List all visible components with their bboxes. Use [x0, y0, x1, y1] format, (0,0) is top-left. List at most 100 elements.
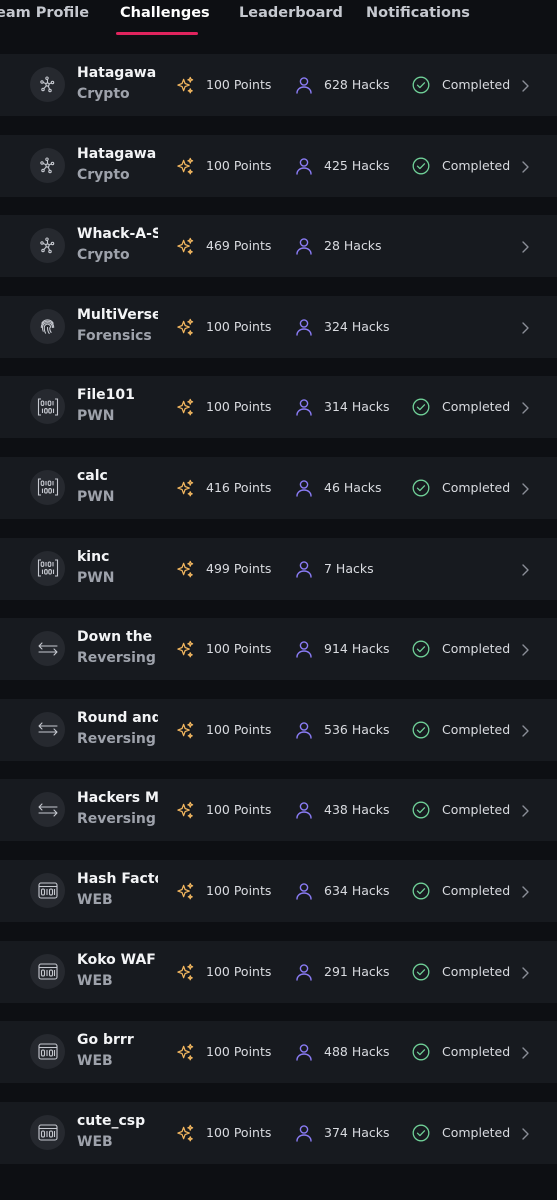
chevron-right-icon[interactable] — [520, 78, 530, 92]
sparkle-icon — [176, 398, 195, 417]
points-value: 100 Points — [206, 721, 272, 737]
check-circle-icon — [412, 640, 430, 658]
chevron-right-icon[interactable] — [520, 320, 530, 334]
hacks-count: 7 Hacks — [324, 560, 374, 576]
hacks-count: 28 Hacks — [324, 238, 382, 254]
challenge-name: Down the Rabbit Hole — [77, 629, 158, 646]
completed-status: Completed — [442, 157, 511, 173]
completed-status: Completed — [442, 721, 511, 737]
points-value: 100 Points — [206, 399, 272, 415]
chevron-right-icon[interactable] — [520, 562, 530, 576]
chevron-right-icon[interactable] — [520, 965, 530, 979]
sparkle-icon — [176, 721, 195, 740]
points-value: 100 Points — [206, 318, 272, 334]
hacks-count: 314 Hacks — [324, 399, 390, 415]
chevron-right-icon[interactable] — [520, 1126, 530, 1140]
challenge-category: WEB — [77, 972, 113, 989]
completed-status: Completed — [442, 1124, 511, 1140]
challenge-category: PWN — [77, 488, 115, 505]
hacks-count: 488 Hacks — [324, 1044, 390, 1060]
check-circle-icon — [412, 1043, 430, 1061]
hacks-count: 536 Hacks — [324, 721, 390, 737]
challenge-row[interactable]: cute_csp WEB 100 Points 374 Hacks Completed — [0, 1101, 557, 1164]
challenge-row[interactable]: Down the Rabbit Hole Reversing 100 Points 9… — [0, 618, 557, 681]
browser-code-icon — [30, 872, 65, 908]
completed-status: Completed — [442, 479, 511, 495]
hacks-count: 374 Hacks — [324, 1124, 390, 1140]
challenge-row[interactable]: Hash Factory WEB 100 Points 634 Hacks Comple… — [0, 859, 557, 922]
tab-challenges[interactable]: Challenges — [120, 5, 210, 21]
challenge-row[interactable]: kinc PWN 499 Points 7 Hacks — [0, 537, 557, 600]
hacks-count: 324 Hacks — [324, 318, 390, 334]
binary-icon — [30, 389, 65, 425]
chevron-right-icon[interactable] — [520, 884, 530, 898]
completed-status: Completed — [442, 802, 511, 818]
browser-code-icon — [30, 1034, 65, 1070]
hacks-count: 914 Hacks — [324, 641, 390, 657]
user-icon — [295, 398, 313, 417]
hacks-count: 438 Hacks — [324, 802, 390, 818]
chevron-right-icon[interactable] — [520, 481, 530, 495]
points-value: 100 Points — [206, 1044, 272, 1060]
challenge-row[interactable]: Go brrr WEB 100 Points 488 Hacks Completed — [0, 1021, 557, 1084]
completed-status: Completed — [442, 1044, 511, 1060]
challenge-name: Round and round — [77, 709, 158, 726]
user-icon — [295, 640, 313, 658]
challenge-list: Hatagawa I Crypto 100 Points 628 Hacks Compl… — [0, 54, 557, 1182]
chevron-right-icon[interactable] — [520, 239, 530, 253]
points-value: 469 Points — [206, 238, 272, 254]
check-circle-icon — [412, 882, 430, 900]
challenge-row[interactable]: Koko WAF WEB 100 Points 291 Hacks Completed — [0, 940, 557, 1003]
hacks-count: 425 Hacks — [324, 157, 390, 173]
crypto-network-icon — [30, 67, 65, 102]
sparkle-icon — [176, 237, 195, 256]
chevron-right-icon[interactable] — [520, 1045, 530, 1059]
binary-icon — [30, 550, 65, 586]
challenge-row[interactable]: Hatagawa II Crypto 100 Points 425 Hacks Comp… — [0, 134, 557, 197]
chevron-right-icon[interactable] — [520, 803, 530, 818]
challenge-row[interactable]: MultiVerse Forensics 100 Points 324 Hacks — [0, 295, 557, 358]
challenge-category: Reversing — [77, 730, 156, 747]
completed-status: Completed — [442, 77, 511, 92]
challenge-row[interactable]: Whack-A-Scalar Crypto 469 Points 28 Hacks — [0, 215, 557, 278]
challenge-category: Forensics — [77, 327, 152, 344]
swap-arrows-icon — [30, 631, 65, 667]
challenge-row[interactable]: calc PWN 416 Points 46 Hacks Completed — [0, 456, 557, 519]
challenge-name: Koko WAF — [77, 951, 156, 968]
browser-code-icon — [30, 1114, 65, 1150]
completed-status: Completed — [442, 399, 511, 415]
points-value: 100 Points — [206, 157, 272, 173]
tab-notifications[interactable]: Notifications — [366, 5, 470, 21]
check-circle-icon — [412, 76, 430, 94]
challenge-name: Hackers Mirror — [77, 790, 158, 807]
completed-status: Completed — [442, 641, 511, 657]
hacks-count: 291 Hacks — [324, 963, 390, 979]
sparkle-icon — [176, 801, 195, 820]
chevron-right-icon[interactable] — [520, 723, 530, 737]
check-circle-icon — [412, 157, 430, 175]
chevron-right-icon[interactable] — [520, 642, 530, 656]
points-value: 100 Points — [206, 77, 272, 92]
points-value: 499 Points — [206, 560, 272, 576]
swap-arrows-icon — [30, 792, 65, 828]
tab-leaderboard[interactable]: Leaderboard — [239, 5, 343, 21]
sparkle-icon — [176, 1124, 195, 1143]
chevron-right-icon[interactable] — [520, 159, 530, 173]
challenge-name: MultiVerse — [77, 306, 158, 323]
tab-team-profile[interactable]: eam Profile — [0, 5, 89, 21]
check-circle-icon — [412, 963, 430, 981]
check-circle-icon — [412, 479, 430, 497]
user-icon — [295, 318, 313, 336]
challenge-row[interactable]: Hatagawa I Crypto 100 Points 628 Hacks Compl… — [0, 54, 557, 116]
challenge-category: WEB — [77, 1133, 113, 1150]
check-circle-icon — [412, 1124, 430, 1142]
challenge-row[interactable]: File101 PWN 100 Points 314 Hacks Completed — [0, 376, 557, 439]
chevron-right-icon[interactable] — [520, 400, 530, 415]
challenge-category: WEB — [77, 1053, 113, 1070]
challenge-row[interactable]: Round and round Reversing 100 Points 536 Ha… — [0, 698, 557, 761]
challenge-category: Reversing — [77, 650, 156, 667]
sparkle-icon — [176, 560, 195, 579]
challenge-name: Go brrr — [77, 1032, 134, 1049]
challenge-category: Crypto — [77, 86, 130, 102]
challenge-row[interactable]: Hackers Mirror Reversing 100 Points 438 Hac… — [0, 779, 557, 842]
